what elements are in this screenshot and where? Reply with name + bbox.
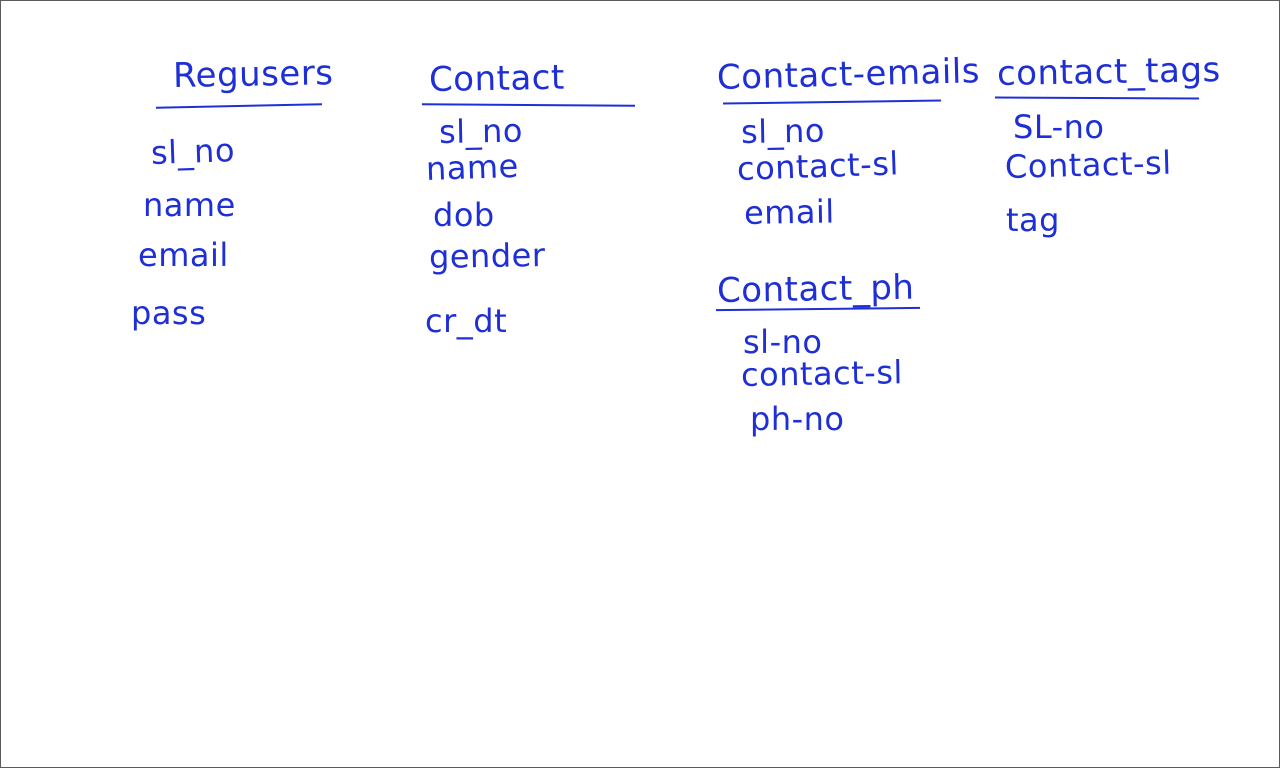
- whiteboard-canvas: Regusers sl_no name email pass Contact s…: [0, 0, 1280, 768]
- field-contact-gender: gender: [428, 235, 546, 276]
- field-contact-ph-sl-no: sl-no: [743, 323, 823, 361]
- table-title-contact-ph: Contact_ph: [716, 267, 915, 311]
- field-contact-ph-contact-sl: contact-sl: [740, 353, 904, 394]
- field-contact-name: name: [425, 146, 520, 188]
- table-title-contact: Contact: [428, 57, 566, 100]
- table-underline-regusers: [155, 103, 323, 109]
- field-contact-tags-sl-no: SL-no: [1013, 108, 1105, 146]
- table-title-regusers: Regusers: [172, 53, 334, 96]
- field-contact-emails-email: email: [743, 192, 836, 232]
- field-contact-tags-contact-sl: Contact-sl: [1004, 143, 1173, 186]
- field-regusers-pass: pass: [131, 294, 207, 332]
- field-contact-ph-ph-no: ph-no: [750, 400, 845, 438]
- field-regusers-sl-no: sl_no: [150, 131, 236, 172]
- table-underline-contact-tags: [994, 96, 1200, 100]
- field-contact-dob: dob: [433, 196, 495, 234]
- field-contact-sl-no: sl_no: [438, 111, 524, 151]
- table-underline-contact: [421, 103, 636, 107]
- field-regusers-name: name: [143, 186, 236, 224]
- field-contact-cr-dt: cr_dt: [425, 302, 508, 340]
- table-title-contact-emails: Contact-emails: [716, 51, 981, 98]
- table-underline-contact-emails: [722, 99, 942, 105]
- field-regusers-email: email: [138, 236, 229, 274]
- field-contact-emails-contact-sl: contact-sl: [736, 144, 900, 188]
- table-title-contact-tags: contact_tags: [996, 50, 1222, 94]
- field-contact-tags-tag: tag: [1006, 201, 1060, 239]
- field-contact-emails-sl-no: sl_no: [740, 111, 826, 151]
